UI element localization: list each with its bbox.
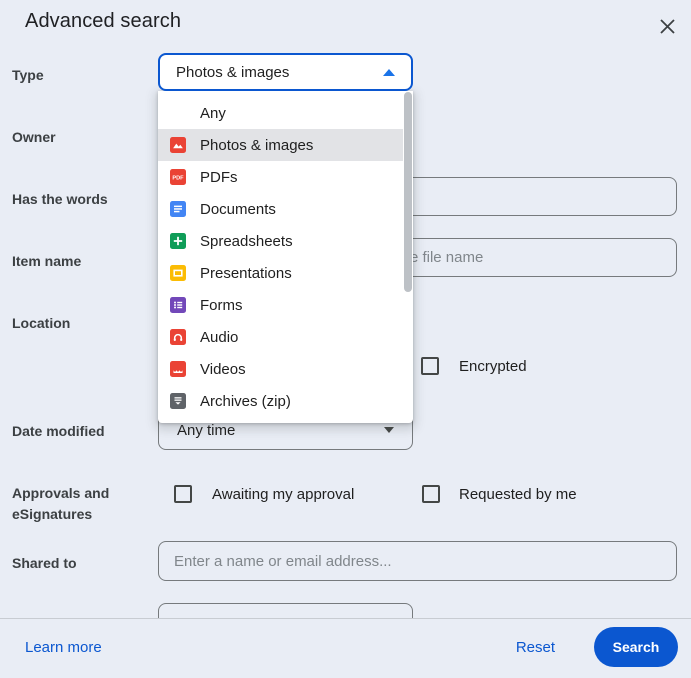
requested-by-me-checkbox[interactable] <box>422 485 440 503</box>
requested-by-me-label: Requested by me <box>459 486 577 503</box>
shared-to-label: Shared to <box>12 555 77 571</box>
owner-label: Owner <box>12 129 56 145</box>
search-button[interactable]: Search <box>594 627 678 667</box>
dropdown-item-presentations[interactable]: Presentations <box>158 257 403 289</box>
dropdown-item-label: Presentations <box>200 264 292 282</box>
svg-text:PDF: PDF <box>172 175 184 181</box>
dropdown-item-spreadsheets[interactable]: Spreadsheets <box>158 225 403 257</box>
dropdown-item-pdfs[interactable]: PDF PDFs <box>158 161 403 193</box>
audio-icon <box>170 329 186 345</box>
dropdown-item-any[interactable]: Any <box>158 97 403 129</box>
type-select-value: Photos & images <box>176 63 290 81</box>
item-name-label: Item name <box>12 253 82 269</box>
photos-icon <box>170 137 186 153</box>
type-label: Type <box>12 67 44 83</box>
awaiting-approval-label: Awaiting my approval <box>212 486 355 503</box>
has-words-label: Has the words <box>12 191 108 207</box>
learn-more-link[interactable]: Learn more <box>25 639 102 656</box>
chevron-down-icon <box>384 427 394 433</box>
encrypted-checkbox-label: Encrypted <box>459 358 527 375</box>
dropdown-item-label: PDFs <box>200 168 238 186</box>
date-modified-value: Any time <box>177 421 236 439</box>
dropdown-item-label: Documents <box>200 200 276 218</box>
pdf-icon: PDF <box>170 169 186 185</box>
forms-icon <box>170 297 186 313</box>
sheets-icon <box>170 233 186 249</box>
dropdown-item-videos[interactable]: Videos <box>158 353 403 385</box>
dropdown-item-documents[interactable]: Documents <box>158 193 403 225</box>
awaiting-approval-checkbox[interactable] <box>174 485 192 503</box>
date-modified-label: Date modified <box>12 423 105 439</box>
type-select[interactable]: Photos & images <box>158 53 413 91</box>
dropdown-item-photos-images[interactable]: Photos & images <box>158 129 403 161</box>
chevron-up-icon <box>383 68 395 76</box>
dropdown-item-label: Photos & images <box>200 136 314 154</box>
videos-icon <box>170 361 186 377</box>
dropdown-item-label: Videos <box>200 360 246 378</box>
dialog-footer: Learn more Reset Search <box>0 618 691 678</box>
dropdown-item-forms[interactable]: Forms <box>158 289 403 321</box>
slides-icon <box>170 265 186 281</box>
dropdown-item-label: Forms <box>200 296 243 314</box>
dropdown-scrollbar[interactable] <box>404 92 412 292</box>
dropdown-item-archives[interactable]: Archives (zip) <box>158 385 403 417</box>
approvals-label: Approvals and eSignatures <box>12 485 110 522</box>
reset-button[interactable]: Reset <box>516 639 555 656</box>
close-icon <box>659 18 675 34</box>
encrypted-checkbox[interactable] <box>421 357 439 375</box>
dropdown-item-label: Any <box>200 104 226 122</box>
location-label: Location <box>12 315 71 331</box>
archive-icon <box>170 393 186 409</box>
shared-to-input[interactable] <box>158 541 677 581</box>
dropdown-item-label: Archives (zip) <box>200 392 291 410</box>
advanced-search-dialog: Advanced search Type Owner Has the words… <box>0 0 691 678</box>
type-dropdown-menu: Any Photos & images PDF PDFs Documents S… <box>158 91 413 423</box>
close-button[interactable] <box>653 12 681 40</box>
page-title: Advanced search <box>25 10 182 32</box>
dropdown-item-label: Audio <box>200 328 239 346</box>
docs-icon <box>170 201 186 217</box>
dropdown-item-label: Spreadsheets <box>200 232 293 250</box>
dropdown-item-audio[interactable]: Audio <box>158 321 403 353</box>
